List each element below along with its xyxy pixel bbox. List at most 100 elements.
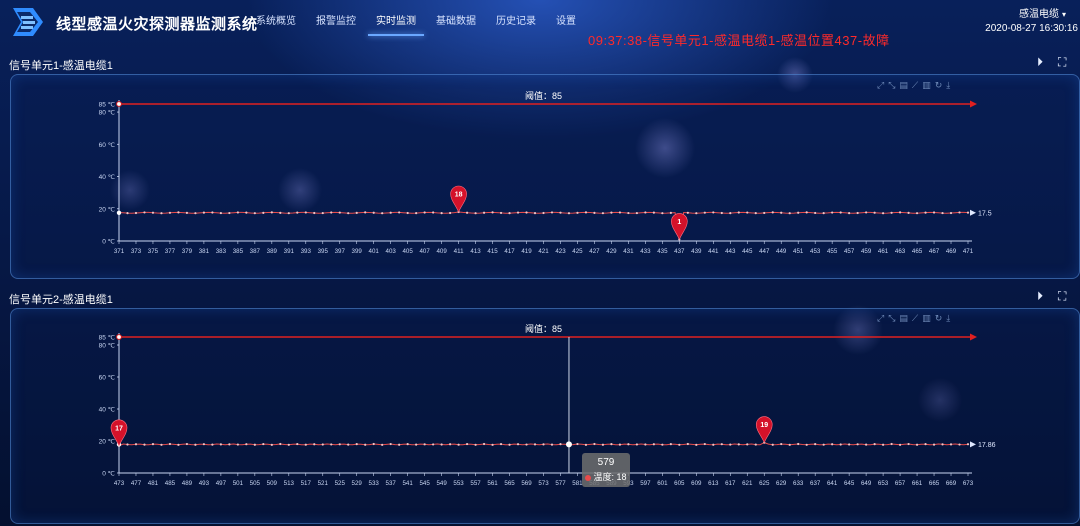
series-point — [627, 211, 630, 215]
series-point — [576, 211, 579, 214]
series-point — [822, 443, 825, 446]
series-point — [134, 211, 138, 215]
series-point — [236, 443, 239, 446]
series-point — [423, 211, 426, 214]
series-point — [814, 442, 817, 446]
series-point — [313, 443, 316, 446]
x-tick-label: 457 — [844, 248, 855, 255]
series-point — [754, 443, 757, 446]
x-tick-label: 601 — [657, 480, 668, 487]
series-point — [644, 443, 647, 446]
series-point — [372, 442, 375, 446]
y-tick-label: 40 ℃ — [99, 174, 116, 181]
series-point — [304, 211, 307, 214]
series-point — [508, 443, 511, 446]
series-point — [423, 443, 426, 446]
x-tick-label: 645 — [844, 480, 855, 487]
threshold-label: 阈值：85 — [525, 90, 562, 101]
series-point — [550, 443, 554, 446]
series-point — [262, 442, 265, 446]
threshold-label: 阈值：85 — [525, 323, 562, 334]
x-tick-label: 409 — [436, 248, 447, 255]
x-tick-label: 569 — [521, 480, 532, 487]
x-tick-label: 465 — [912, 248, 923, 255]
series-point — [143, 211, 146, 214]
series-point — [279, 211, 282, 214]
series-point — [652, 211, 655, 214]
series-end-arrow — [970, 209, 976, 216]
x-tick-label: 573 — [538, 480, 549, 487]
series-point — [856, 443, 859, 446]
x-tick-label: 467 — [929, 248, 940, 255]
x-tick-label: 435 — [657, 248, 668, 255]
y-tick-label: 85 ℃ — [99, 102, 116, 109]
chart-layer[interactable]: 0 ℃20 ℃40 ℃60 ℃80 ℃85 ℃371 373 375 377 379 38… — [0, 0, 1080, 526]
x-tick-label: 419 — [521, 248, 532, 255]
series-point — [712, 211, 715, 214]
series-point — [788, 443, 791, 446]
series-line — [118, 211, 969, 240]
x-tick-label: 485 — [165, 480, 176, 487]
series-point — [907, 211, 910, 214]
y-tick-label: 0 ℃ — [102, 471, 115, 478]
series-point — [848, 212, 851, 215]
series-point — [160, 443, 163, 446]
series-point — [347, 212, 350, 215]
x-tick-label: 637 — [810, 480, 821, 487]
series-point — [440, 443, 443, 446]
series-point — [924, 443, 927, 446]
tooltip-value: 温度: 18 — [582, 470, 630, 483]
series-point — [296, 211, 299, 214]
series-point — [296, 442, 299, 446]
series-point — [143, 443, 146, 446]
series-point — [797, 442, 800, 446]
x-tick-label: 541 — [402, 480, 413, 487]
series-point — [415, 212, 418, 215]
x-tick-label: 459 — [861, 248, 872, 255]
x-tick-label: 633 — [793, 480, 804, 487]
x-tick-label: 657 — [895, 480, 906, 487]
x-tick-label: 401 — [369, 248, 380, 255]
series-point — [482, 442, 486, 446]
series-point — [712, 443, 715, 446]
series-point — [763, 211, 766, 215]
series-point — [194, 443, 197, 446]
series-point — [236, 211, 239, 214]
series-point — [831, 443, 834, 446]
x-tick-label: 621 — [742, 480, 753, 487]
series-point — [839, 211, 842, 214]
series-point — [491, 211, 494, 214]
x-tick-label: 625 — [759, 480, 770, 487]
series-point — [364, 443, 367, 446]
series-point — [321, 443, 324, 446]
series-point — [542, 443, 545, 446]
x-tick-label: 393 — [301, 248, 312, 255]
series-point — [372, 211, 375, 214]
threshold-arrow — [970, 333, 977, 341]
x-tick-label: 561 — [487, 480, 498, 487]
x-tick-label: 565 — [504, 480, 515, 487]
series-point — [168, 442, 172, 446]
series-point — [873, 211, 876, 214]
x-tick-label: 407 — [419, 248, 430, 255]
series-point — [287, 212, 290, 215]
series-point — [415, 443, 418, 446]
series-point — [593, 442, 596, 446]
x-tick-label: 557 — [470, 480, 481, 487]
series-point — [567, 212, 571, 215]
series-point — [780, 211, 783, 214]
series-point — [151, 211, 155, 214]
chart-tooltip: 579 温度: 18 — [582, 453, 630, 487]
x-tick-label: 481 — [148, 480, 159, 487]
series-point — [720, 211, 723, 215]
series-end-label: 17.86 — [978, 442, 996, 449]
series-point — [601, 443, 605, 446]
x-tick-label: 381 — [199, 248, 210, 255]
series-point — [610, 211, 613, 214]
series-point — [253, 212, 256, 215]
x-tick-label: 509 — [267, 480, 278, 487]
series-point — [797, 211, 800, 214]
series-point — [703, 442, 706, 446]
series-point — [695, 443, 698, 446]
y-tick-label: 80 ℃ — [99, 110, 116, 117]
